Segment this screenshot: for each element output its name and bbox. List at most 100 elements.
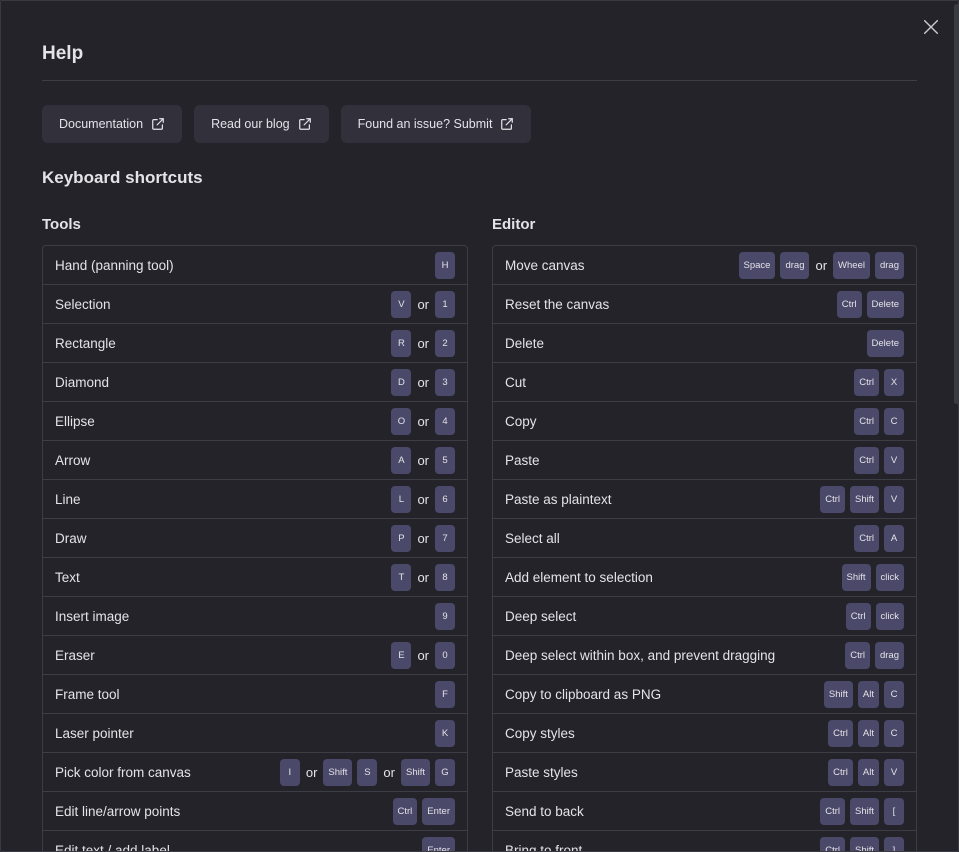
shortcut-keys: Ctrl Shift V [820, 485, 904, 513]
key-badge: Shift [841, 563, 871, 591]
key-badge: 7 [435, 524, 455, 552]
key-badge: I [279, 758, 300, 786]
key-badge: V [884, 446, 904, 474]
key-badge: Shift [400, 758, 430, 786]
key-badge: Enter [422, 836, 455, 851]
key-badge: Shift [823, 680, 853, 708]
shortcut-row: Select all Ctrl A [493, 519, 916, 558]
keyboard-shortcuts-heading: Keyboard shortcuts [42, 168, 203, 187]
documentation-button[interactable]: Documentation [42, 105, 183, 143]
submit-issue-label: Found an issue? Submit [357, 117, 493, 131]
key-badge: P [391, 524, 412, 552]
shortcut-keys: 9 [435, 602, 455, 630]
shortcut-row: Arrow Aor 5 [43, 441, 467, 480]
shortcut-label: Deep select [505, 608, 577, 624]
shortcut-keys: Vor 1 [391, 290, 455, 318]
shortcut-keys: Ctrl C [854, 407, 904, 435]
scrollbar-thumb[interactable] [954, 4, 958, 404]
shortcut-row: Copy Ctrl C [493, 402, 916, 441]
shortcut-label: Ellipse [55, 413, 95, 429]
key-badge: Delete [866, 329, 904, 357]
submit-issue-button[interactable]: Found an issue? Submit [340, 105, 532, 143]
or-separator: or [417, 569, 429, 585]
key-badge: 8 [435, 563, 455, 591]
shortcut-label: Pick color from canvas [55, 764, 191, 780]
shortcut-label: Insert image [55, 608, 130, 624]
shortcut-label: Reset the canvas [505, 296, 610, 312]
shortcut-label: Rectangle [55, 335, 116, 351]
shortcut-keys: Shift click [841, 563, 904, 591]
shortcut-label: Draw [55, 530, 87, 546]
shortcut-row: Copy styles Ctrl Alt C [493, 714, 916, 753]
external-link-icon [152, 118, 164, 130]
key-badge: Ctrl [854, 524, 879, 552]
shortcut-row: Selection Vor 1 [43, 285, 467, 324]
key-badge: R [391, 329, 412, 357]
key-badge: 5 [435, 446, 455, 474]
shortcut-row: Laser pointer K [43, 714, 467, 753]
shortcut-keys: Ctrl Alt C [828, 719, 904, 747]
shortcut-label: Paste as plaintext [505, 491, 612, 507]
key-badge: Alt [857, 719, 879, 747]
or-separator: or [417, 374, 429, 390]
shortcut-keys: Eor 0 [391, 641, 455, 669]
blog-button[interactable]: Read our blog [194, 105, 329, 143]
or-separator: or [305, 764, 318, 780]
close-icon [923, 19, 939, 35]
shortcut-label: Diamond [55, 374, 110, 390]
shortcut-label: Copy [505, 413, 537, 429]
key-badge: Ctrl [836, 290, 862, 318]
shortcut-label: Arrow [55, 452, 91, 468]
blog-label: Read our blog [211, 117, 290, 131]
key-badge: Wheel [833, 251, 870, 279]
or-separator: or [417, 413, 429, 429]
key-badge: Ctrl [828, 758, 853, 786]
shortcut-label: Line [55, 491, 81, 507]
shortcut-row: Paste Ctrl V [493, 441, 916, 480]
dialog-title: Help [42, 43, 84, 64]
shortcut-label: Edit text / add label [55, 842, 170, 852]
dialog-scrollbar[interactable] [953, 1, 958, 851]
shortcut-row: Ellipse Oor 4 [43, 402, 467, 441]
key-badge: Ctrl [854, 407, 879, 435]
shortcut-keys: Ctrl Shift] [820, 836, 904, 851]
key-badge: drag [780, 251, 810, 279]
shortcut-row: Bring to front Ctrl Shift] [493, 831, 916, 851]
shortcut-label: Select all [505, 530, 560, 546]
shortcut-keys: K [435, 719, 455, 747]
shortcut-label: Copy to clipboard as PNG [505, 686, 662, 702]
editor-column: Editor Move canvas Space drag or Wheel drag Re… [492, 216, 917, 851]
shortcut-row: Text Tor 8 [43, 558, 467, 597]
shortcut-row: Copy to clipboard as PNG Shift Alt C [493, 675, 916, 714]
key-badge: Delete [866, 290, 904, 318]
key-badge: Ctrl [392, 797, 418, 825]
key-badge: Ctrl [828, 719, 853, 747]
shortcut-label: Paste styles [505, 764, 578, 780]
shortcut-keys: Ctrl Enter [392, 797, 455, 825]
key-badge: Shift [849, 485, 879, 513]
key-badge: T [391, 563, 412, 591]
tools-column: Tools Hand (panning tool) H Selection Vor 1 R… [42, 216, 468, 852]
shortcut-label: Frame tool [55, 686, 120, 702]
editor-heading: Editor [492, 216, 536, 233]
key-badge: 3 [435, 368, 455, 396]
key-badge: C [884, 719, 904, 747]
shortcut-keys: Ior Shift Sor Shift G [279, 758, 455, 786]
shortcut-label: Move canvas [505, 257, 585, 273]
key-badge: A [391, 446, 412, 474]
shortcut-keys: Dor 3 [391, 368, 455, 396]
shortcut-keys: Ctrl Shift[ [820, 797, 904, 825]
close-button[interactable] [919, 15, 943, 39]
shortcut-keys: Lor 6 [391, 485, 455, 513]
shortcut-label: Selection [55, 296, 111, 312]
key-badge: Alt [857, 680, 879, 708]
key-badge: [ [884, 797, 904, 825]
key-badge: drag [874, 641, 904, 669]
key-badge: S [357, 758, 378, 786]
key-badge: 0 [435, 641, 455, 669]
shortcut-row: Reset the canvas Ctrl Delete [493, 285, 916, 324]
or-separator: or [417, 335, 429, 351]
shortcut-row: Move canvas Space drag or Wheel drag [493, 246, 916, 285]
shortcut-label: Delete [505, 335, 545, 351]
shortcut-row: Draw Por 7 [43, 519, 467, 558]
